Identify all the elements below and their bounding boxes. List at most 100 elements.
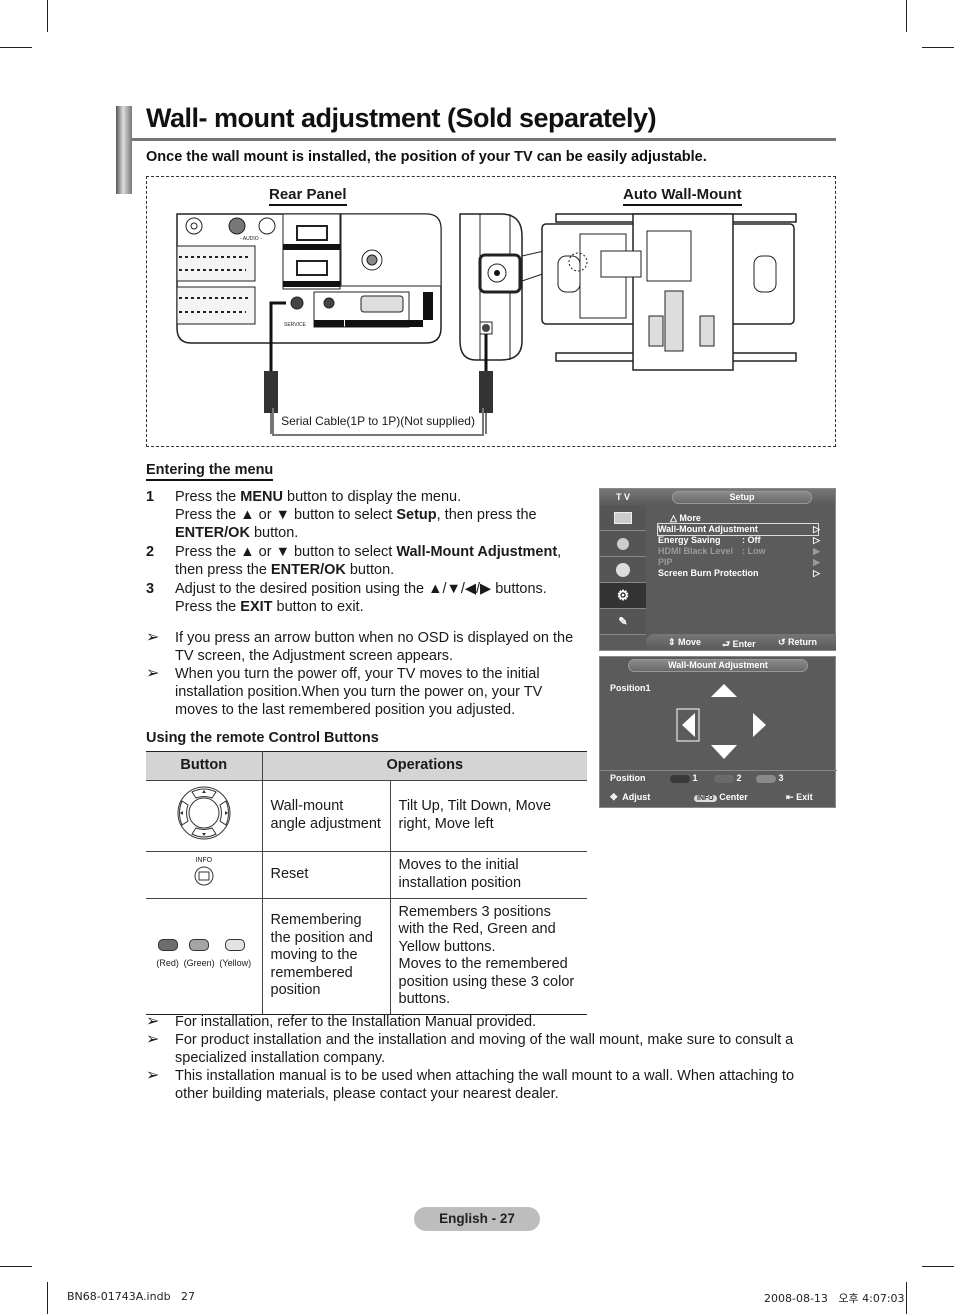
table-row: INFO Reset Moves to the initial installa… bbox=[146, 850, 587, 899]
entering-menu-heading: Entering the menu bbox=[146, 462, 274, 481]
red-button: (Red) bbox=[156, 939, 179, 973]
enter-hint: ⮐ Enter bbox=[722, 639, 756, 649]
osd-title: Wall-Mount Adjustment bbox=[628, 659, 808, 672]
page-number-badge: English - 27 bbox=[414, 1207, 540, 1231]
osd-title: Setup bbox=[672, 491, 812, 504]
note-arrow-icon: ➢ bbox=[146, 629, 160, 646]
osd-item-pip: PIP ▶ bbox=[658, 557, 820, 567]
step-3: 3 Adjust to the desired position using t… bbox=[146, 580, 586, 616]
exit-hint: ⇤ Exit bbox=[786, 792, 813, 802]
step-text: Press the MENU button to display the men… bbox=[175, 489, 537, 541]
tilt-down-arrow bbox=[711, 745, 737, 759]
table-row: (Red) (Green) (Yellow) Remembering the p… bbox=[146, 897, 587, 1015]
print-file-label: BN68-01743A.indb 27 bbox=[67, 1290, 196, 1303]
move-right-arrow bbox=[753, 713, 766, 737]
crop-mark bbox=[0, 1266, 32, 1267]
crop-mark bbox=[922, 47, 954, 48]
table-row: Wall-mount angle adjustment Tilt Up, Til… bbox=[146, 780, 587, 852]
direction-arrows bbox=[676, 684, 766, 759]
auto-wall-mount-illustration bbox=[459, 213, 797, 434]
footnote-item: ➢ This installation manual is to be used … bbox=[146, 1067, 795, 1102]
yellow-button: (Yellow) bbox=[219, 939, 251, 973]
step-2: 2 Press the ▲ or ▼ button to select Wall… bbox=[146, 543, 586, 579]
connection-diagram: - AUDIO - SERVICE bbox=[176, 213, 797, 434]
function-cell: Remembering the position and moving to t… bbox=[261, 897, 391, 1015]
sound-category-icon[interactable] bbox=[600, 531, 646, 557]
info-badge-icon: INFO bbox=[694, 795, 717, 802]
position-label: Position bbox=[610, 773, 646, 783]
exit-icon: ⇤ bbox=[786, 792, 794, 802]
input-category-icon[interactable]: ✎ bbox=[600, 609, 646, 635]
current-position-label: Position1 bbox=[610, 683, 651, 693]
step-number: 1 bbox=[146, 489, 155, 505]
position-slot-2[interactable]: 2 bbox=[714, 773, 742, 783]
note-item: ➢ When you turn the power off, your TV m… bbox=[146, 665, 543, 718]
crop-mark bbox=[47, 1282, 48, 1314]
osd-item-screen-burn[interactable]: Screen Burn Protection ▷ bbox=[658, 568, 820, 579]
color-buttons-icon: (Red) (Green) (Yellow) bbox=[146, 897, 263, 1015]
position-slot-3[interactable]: 3 bbox=[756, 773, 784, 783]
print-timestamp: 2008-08-13 오후 4:07:03 bbox=[764, 1292, 905, 1305]
step-1: 1 Press the MENU button to display the m… bbox=[146, 488, 586, 542]
crop-mark bbox=[906, 0, 907, 32]
table-header-row: Button Operations bbox=[146, 751, 587, 781]
svg-text:- AUDIO -: - AUDIO - bbox=[240, 236, 262, 242]
osd-tv-label: T V bbox=[616, 492, 631, 502]
remote-buttons-table: Button Operations Wall-mount angle adjus… bbox=[146, 751, 587, 1015]
operation-cell: Tilt Up, Tilt Down, Move right, Move lef… bbox=[389, 780, 587, 852]
picture-category-icon[interactable] bbox=[600, 505, 646, 531]
note-item: ➢ If you press an arrow button when no O… bbox=[146, 629, 574, 664]
svg-text:SERVICE: SERVICE bbox=[284, 322, 307, 328]
osd-header: T V Setup bbox=[600, 489, 835, 505]
channel-category-icon[interactable] bbox=[600, 557, 646, 583]
osd-item-wall-mount[interactable]: Wall-Mount Adjustment ▷ bbox=[657, 523, 820, 536]
footnote-item: ➢ For installation, refer to the Installa… bbox=[146, 1013, 537, 1030]
operation-cell: Remembers 3 positions with the Red, Gree… bbox=[389, 897, 587, 1015]
osd-item-hdmi-black-level: HDMI Black Level: Low ▶ bbox=[658, 546, 820, 556]
tilt-up-arrow bbox=[711, 684, 737, 697]
crop-mark bbox=[0, 47, 32, 48]
step-text: Adjust to the desired position using the… bbox=[175, 581, 547, 615]
intro-text: Once the wall mount is installed, the po… bbox=[146, 149, 707, 165]
note-arrow-icon: ➢ bbox=[146, 665, 160, 682]
osd-setup-menu: T V Setup ⚙ ✎ △ More Wall-Mount Adjustme… bbox=[599, 488, 836, 651]
adjust-hint: ✥ Adjust bbox=[610, 792, 651, 802]
note-arrow-icon: ➢ bbox=[146, 1067, 160, 1084]
osd-more[interactable]: △ More bbox=[658, 513, 818, 524]
section-side-bar bbox=[116, 106, 132, 194]
serial-cable-label: Serial Cable(1P to 1P)(Not supplied) bbox=[272, 408, 484, 436]
crop-mark bbox=[906, 1282, 907, 1314]
setup-category-icon[interactable]: ⚙ bbox=[600, 583, 646, 609]
position-slot-1[interactable]: 1 bbox=[670, 773, 698, 783]
osd-wall-mount-adjustment: Wall-Mount Adjustment Position1 Position… bbox=[599, 656, 837, 808]
title-rule bbox=[132, 138, 836, 141]
crop-mark bbox=[47, 0, 48, 32]
menu-steps: 1 Press the MENU button to display the m… bbox=[146, 488, 586, 719]
directional-pad-icon bbox=[146, 780, 263, 852]
remote-buttons-heading: Using the remote Control Buttons bbox=[146, 730, 379, 746]
osd-category-sidebar: ⚙ ✎ bbox=[600, 505, 646, 635]
note-arrow-icon: ➢ bbox=[146, 1031, 160, 1048]
step-number: 3 bbox=[146, 581, 155, 597]
dpad-icon: ✥ bbox=[610, 792, 618, 802]
note-arrow-icon: ➢ bbox=[146, 1013, 160, 1030]
function-cell: Reset bbox=[261, 850, 391, 899]
osd-item-energy-saving[interactable]: Energy Saving: Off ▷ bbox=[658, 535, 820, 546]
osd-footer: ⇕ Move ⮐ Enter ↺ Return bbox=[646, 634, 836, 650]
move-hint: ⇕ Move bbox=[668, 637, 702, 647]
osd-menu-list: △ More Wall-Mount Adjustment ▷ Energy Sav… bbox=[657, 513, 820, 579]
center-hint: INFO Center bbox=[694, 792, 748, 802]
return-hint: ↺ Return bbox=[778, 637, 818, 647]
footnote-item: ➢ For product installation and the instal… bbox=[146, 1031, 794, 1066]
page-title: Wall- mount adjustment (Sold separately) bbox=[146, 103, 657, 133]
function-cell: Wall-mount angle adjustment bbox=[261, 780, 391, 852]
crop-mark bbox=[922, 1266, 954, 1267]
operation-cell: Moves to the initial installation positi… bbox=[389, 850, 587, 899]
step-text: Press the ▲ or ▼ button to select Wall-M… bbox=[175, 544, 562, 578]
step-number: 2 bbox=[146, 544, 155, 560]
column-header-operations: Operations bbox=[261, 751, 587, 781]
footnotes: ➢ For installation, refer to the Installa… bbox=[146, 1013, 816, 1103]
column-header-button: Button bbox=[146, 751, 263, 781]
rear-panel-illustration: - AUDIO - SERVICE bbox=[176, 213, 442, 434]
move-left-arrow bbox=[682, 713, 695, 737]
